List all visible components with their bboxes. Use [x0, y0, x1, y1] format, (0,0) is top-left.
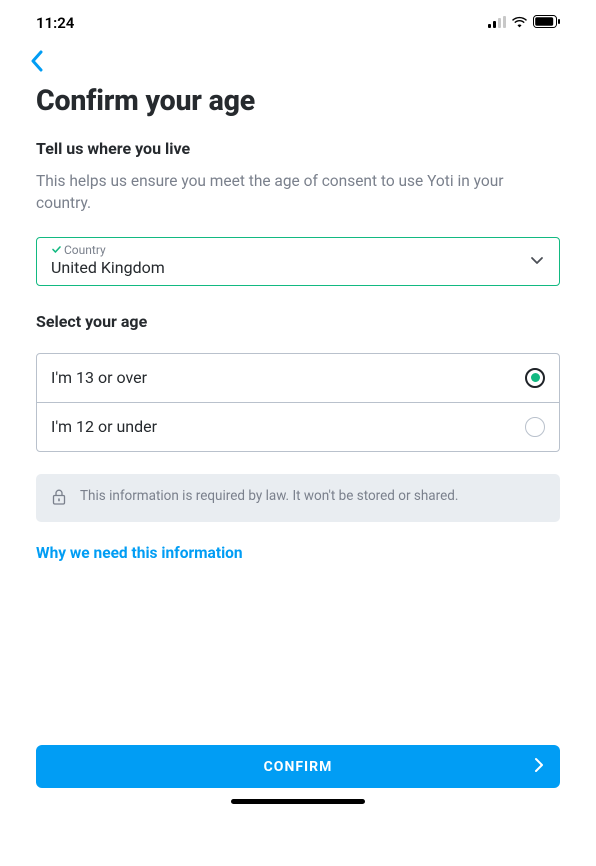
country-dropdown[interactable]: Country United Kingdom	[36, 237, 560, 286]
radio-selected-icon	[525, 368, 545, 388]
clock: 11:24	[36, 14, 74, 32]
info-box: This information is required by law. It …	[36, 474, 560, 522]
lock-icon	[52, 489, 66, 509]
age-option-over-label: I'm 13 or over	[51, 368, 147, 387]
page-title: Confirm your age	[36, 84, 560, 117]
location-heading: Tell us where you live	[36, 139, 560, 158]
chevron-down-icon	[529, 252, 545, 268]
country-value: United Kingdom	[51, 258, 529, 277]
status-icons	[488, 14, 560, 32]
why-link[interactable]: Why we need this information	[36, 544, 243, 562]
age-option-over[interactable]: I'm 13 or over	[37, 354, 559, 402]
age-radio-group: I'm 13 or over I'm 12 or under	[36, 353, 560, 452]
chevron-left-icon	[30, 50, 44, 72]
home-indicator	[231, 799, 365, 804]
back-button[interactable]	[30, 40, 44, 74]
check-icon	[51, 244, 62, 255]
country-label-text: Country	[64, 244, 106, 256]
age-heading: Select your age	[36, 312, 560, 331]
info-text: This information is required by law. It …	[80, 487, 458, 506]
wifi-icon	[511, 14, 528, 32]
location-description: This helps us ensure you meet the age of…	[36, 170, 560, 215]
battery-icon	[533, 14, 560, 32]
status-bar: 11:24	[0, 0, 596, 40]
age-option-under-label: I'm 12 or under	[51, 417, 157, 436]
chevron-right-icon	[534, 757, 544, 777]
cellular-icon	[488, 14, 506, 32]
age-option-under[interactable]: I'm 12 or under	[37, 402, 559, 451]
radio-unselected-icon	[525, 417, 545, 437]
confirm-button[interactable]: CONFIRM	[36, 745, 560, 788]
confirm-label: CONFIRM	[264, 759, 333, 775]
